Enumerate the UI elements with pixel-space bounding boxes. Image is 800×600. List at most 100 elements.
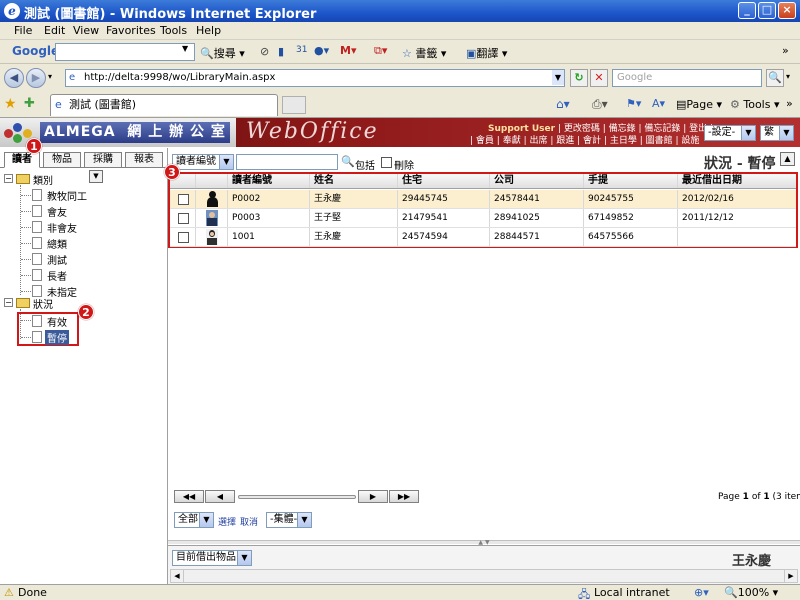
- scroll-right-icon[interactable]: ▶: [784, 570, 797, 582]
- more-commands-icon[interactable]: »: [786, 97, 793, 110]
- panel-splitter[interactable]: ▲ ▼: [168, 540, 800, 546]
- refresh-icon[interactable]: ↻: [570, 69, 588, 87]
- row-checkbox[interactable]: [178, 194, 189, 205]
- close-button[interactable]: ×: [778, 2, 796, 19]
- table-row[interactable]: 1001 王永慶 24574594 28844571 64575566: [170, 228, 796, 247]
- table-row[interactable]: P0003 王子堅 21479541 28941025 67149852 2011/12/…: [170, 209, 796, 228]
- tools-menu[interactable]: ⚙ Tools ▾: [730, 98, 780, 111]
- link-attendance[interactable]: 出席: [529, 136, 547, 146]
- row-checkbox[interactable]: [178, 213, 189, 224]
- zoom-control[interactable]: 🔍100% ▾: [724, 586, 778, 599]
- expand-panel-icon[interactable]: ▲: [780, 152, 795, 166]
- link-offering[interactable]: 奉獻: [503, 136, 521, 146]
- tree-status-label[interactable]: 狀況: [33, 296, 53, 311]
- calendar-icon[interactable]: 31: [296, 45, 307, 55]
- mail-icon[interactable]: M▾: [340, 44, 356, 57]
- address-dropdown-icon[interactable]: ▼: [552, 70, 564, 85]
- settings-select[interactable]: -設定- ▼: [704, 125, 756, 141]
- forward-button[interactable]: ▶: [26, 68, 46, 88]
- delete-checkbox[interactable]: [381, 157, 392, 168]
- header-home-phone[interactable]: 住宅: [398, 174, 490, 188]
- link-facilities[interactable]: 設施: [681, 136, 699, 146]
- back-button[interactable]: ◀: [4, 68, 24, 88]
- browser-search-input[interactable]: Google: [612, 69, 762, 87]
- avatar[interactable]: [206, 210, 218, 226]
- horizontal-scrollbar[interactable]: ◀ ▶: [170, 569, 798, 583]
- tree-category-item[interactable]: 教牧同工: [47, 188, 87, 203]
- home-icon[interactable]: ⌂▾: [556, 97, 570, 111]
- tab-current-page[interactable]: e 測試 (圖書館): [50, 94, 278, 116]
- toolbar-options-icon[interactable]: »: [782, 44, 789, 57]
- tree-category-label[interactable]: 類別: [33, 172, 53, 187]
- borrowed-items-select[interactable]: 目前借出物品 ▼: [172, 550, 252, 566]
- search-icon[interactable]: 🔍: [766, 69, 784, 87]
- cancel-link[interactable]: 取消: [240, 515, 258, 528]
- avatar[interactable]: [206, 229, 218, 245]
- new-tab-button[interactable]: [282, 96, 306, 114]
- menu-favorites[interactable]: Favorites: [106, 24, 156, 37]
- tree-category-item[interactable]: 測試: [47, 252, 67, 267]
- header-office-phone[interactable]: 公司: [490, 174, 584, 188]
- tree-status-active[interactable]: 有效: [47, 314, 67, 329]
- page-menu[interactable]: ▤Page ▾: [676, 98, 722, 111]
- header-name[interactable]: 姓名: [310, 174, 398, 188]
- history-dropdown-icon[interactable]: ▾: [48, 72, 52, 81]
- maximize-button[interactable]: □: [758, 2, 776, 19]
- menu-view[interactable]: View: [73, 24, 99, 37]
- tree-category-item[interactable]: 非會友: [47, 220, 77, 235]
- collapse-icon[interactable]: −: [4, 298, 13, 307]
- header-last-borrowed[interactable]: 最近借出日期: [678, 174, 796, 188]
- stop-icon[interactable]: ✕: [590, 69, 608, 87]
- popup-icon[interactable]: ⧉▾: [374, 44, 387, 58]
- menu-tools[interactable]: Tools: [160, 24, 187, 37]
- block-icon[interactable]: ⊘: [260, 45, 269, 58]
- select-link[interactable]: 選擇: [218, 515, 236, 528]
- last-page-button[interactable]: ▶▶: [389, 490, 419, 503]
- globe-icon[interactable]: ●▾: [314, 44, 329, 57]
- search-options-icon[interactable]: ▾: [786, 72, 790, 81]
- table-row[interactable]: P0002 王永慶 29445745 24578441 90245755 2012/02/…: [170, 190, 796, 209]
- page-slider[interactable]: [238, 495, 356, 499]
- search-input[interactable]: [236, 154, 338, 170]
- search-icon[interactable]: 🔍: [341, 155, 355, 168]
- link-sunday-school[interactable]: 主日學: [610, 136, 637, 146]
- tree-status-suspended[interactable]: 暫停: [45, 330, 69, 345]
- prev-page-button[interactable]: ◀: [205, 490, 235, 503]
- tab-reports[interactable]: 報表: [125, 152, 163, 168]
- avatar[interactable]: [206, 191, 218, 207]
- next-page-button[interactable]: ▶: [358, 490, 388, 503]
- add-favorites-icon[interactable]: ✚: [24, 96, 35, 111]
- first-page-button[interactable]: ◀◀: [174, 490, 204, 503]
- tree-category-item[interactable]: 總類: [47, 236, 67, 251]
- link-member[interactable]: 會員: [476, 136, 494, 146]
- menu-help[interactable]: Help: [196, 24, 221, 37]
- search-field-select[interactable]: 讀者編號 ▼: [172, 154, 234, 170]
- link-accounting[interactable]: 會計: [583, 136, 601, 146]
- link-followup[interactable]: 跟進: [556, 136, 574, 146]
- header-mobile[interactable]: 手提: [584, 174, 678, 188]
- tree-options-button[interactable]: ▼: [89, 170, 103, 183]
- bulk-action-dropdown[interactable]: -集體- ▼: [266, 512, 312, 528]
- tab-items[interactable]: 物品: [43, 152, 81, 168]
- favorites-star-icon[interactable]: ★: [4, 96, 17, 112]
- tab-purchasing[interactable]: 採購: [84, 152, 122, 168]
- font-size-icon[interactable]: A▾: [652, 97, 665, 110]
- header-reader-id[interactable]: 讀者編號: [228, 174, 310, 188]
- google-search-input[interactable]: [55, 43, 195, 61]
- minimize-button[interactable]: _: [738, 2, 756, 19]
- google-search-button[interactable]: 🔍搜尋 ▾: [200, 45, 245, 61]
- select-all-dropdown[interactable]: 全部 ▼: [174, 512, 214, 528]
- link-library[interactable]: 圖書館: [646, 136, 673, 146]
- collapse-icon[interactable]: −: [4, 174, 13, 183]
- protected-mode-icon[interactable]: ⊕▾: [694, 586, 709, 599]
- feeds-icon[interactable]: ⚑▾: [626, 97, 641, 110]
- menu-edit[interactable]: Edit: [44, 24, 65, 37]
- address-bar[interactable]: e http://delta:9998/wo/LibraryMain.aspx: [65, 69, 565, 87]
- language-select[interactable]: 繁 ▼: [760, 125, 794, 141]
- chevron-down-icon[interactable]: ▼: [182, 44, 188, 53]
- tree-category-item[interactable]: 會友: [47, 204, 67, 219]
- print-icon[interactable]: ⎙▾: [592, 97, 608, 112]
- book-icon[interactable]: ▮: [278, 45, 284, 58]
- bookmarks-button[interactable]: ☆ 書籤 ▾: [402, 45, 446, 61]
- scroll-left-icon[interactable]: ◀: [171, 570, 184, 582]
